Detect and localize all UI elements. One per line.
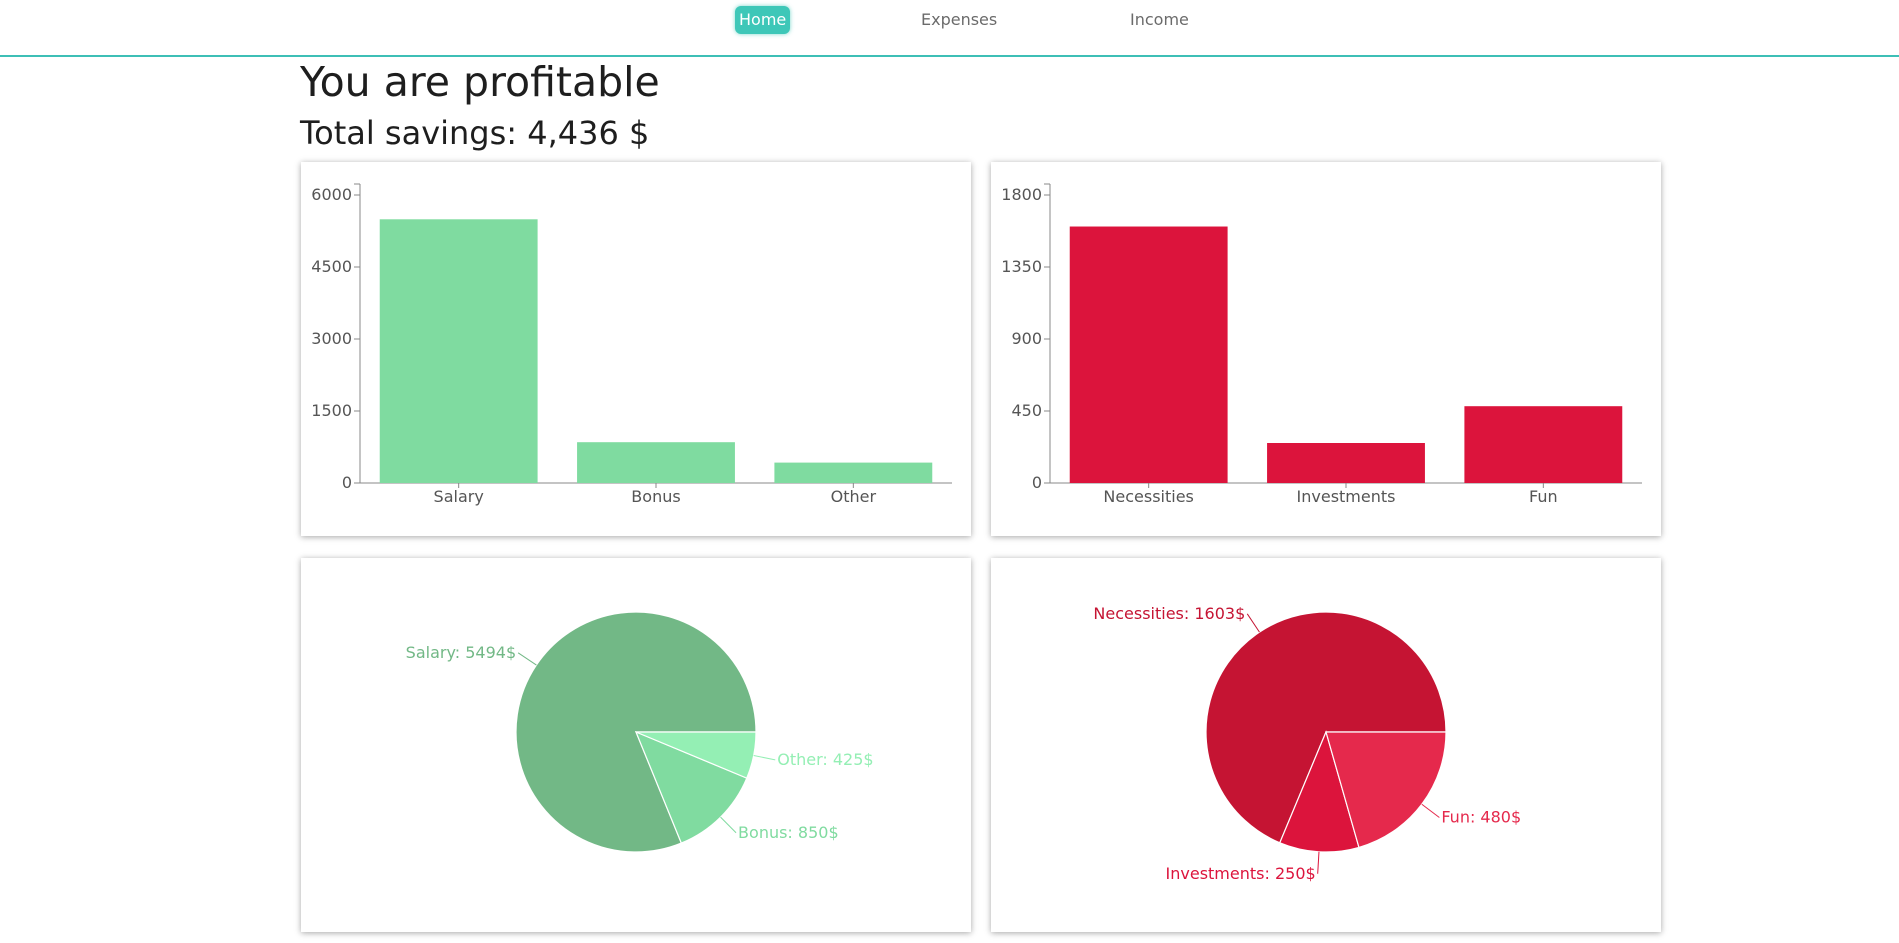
bar-salary	[379, 219, 538, 483]
bar-investments	[1267, 443, 1425, 483]
expense-bar-chart: 0 450 900 1350 1800 Necessities Investments Fun	[1001, 183, 1642, 506]
pie-label-fun: Fun: 480$	[1441, 808, 1521, 827]
x-tick-label-other: Other	[831, 487, 877, 506]
pie-label-salary: Salary: 5494$	[406, 643, 516, 662]
y-tick-label: 0	[342, 473, 352, 492]
pie-leader-necessities	[1246, 613, 1260, 633]
income-bar-chart: 0 1500 3000 4500 6000 Salary Bonus Other	[311, 183, 952, 506]
bar-necessities	[1069, 226, 1228, 483]
y-tick-label: 3000	[311, 329, 352, 348]
y-tick-label: 1350	[1001, 257, 1042, 276]
y-tick-label: 450	[1011, 401, 1042, 420]
y-tick-label: 1800	[1001, 185, 1042, 204]
x-tick-label-salary: Salary	[434, 487, 484, 506]
profit-status-heading: You are profitable	[300, 58, 660, 106]
nav-income-link[interactable]: Income	[1126, 6, 1193, 34]
income-pie-chart: Salary: 5494$ Bonus: 850$ Other: 425$	[406, 611, 874, 853]
expense-pie-chart: Necessities: 1603$ Investments: 250$ Fun: …	[1093, 604, 1521, 883]
income-pie-chart-card: Salary: 5494$ Bonus: 850$ Other: 425$	[301, 558, 971, 932]
pie-label-bonus: Bonus: 850$	[738, 823, 839, 842]
total-savings-heading: Total savings: 4,436 $	[300, 114, 650, 152]
pie-leader-bonus	[720, 816, 737, 834]
pie-label-necessities: Necessities: 1603$	[1093, 604, 1245, 623]
y-tick-label: 6000	[311, 185, 352, 204]
income-bar-chart-card: 0 1500 3000 4500 6000 Salary Bonus Other	[301, 162, 971, 536]
top-navbar: Home Expenses Income	[0, 0, 1899, 57]
y-tick-label: 1500	[311, 401, 352, 420]
expense-pie-chart-card: Necessities: 1603$ Investments: 250$ Fun: …	[991, 558, 1661, 932]
pie-label-investments: Investments: 250$	[1166, 864, 1316, 883]
pie-label-other: Other: 425$	[777, 750, 873, 769]
bar-fun	[1464, 406, 1623, 483]
pie-leader-fun	[1421, 803, 1440, 818]
y-tick-label: 4500	[311, 257, 352, 276]
y-tick-label: 900	[1011, 329, 1042, 348]
bar-other	[774, 462, 933, 483]
pie-leader-salary	[517, 652, 537, 666]
x-tick-label-investments: Investments	[1297, 487, 1396, 506]
y-tick-label: 0	[1032, 473, 1042, 492]
nav-expenses-link[interactable]: Expenses	[917, 6, 1001, 34]
x-tick-label-bonus: Bonus	[631, 487, 680, 506]
x-tick-label-fun: Fun	[1529, 487, 1558, 506]
pie-leader-other	[753, 755, 776, 761]
x-tick-label-necessities: Necessities	[1103, 487, 1193, 506]
pie-leader-investments	[1317, 851, 1320, 874]
expense-bar-chart-card: 0 450 900 1350 1800 Necessities Investments Fun	[991, 162, 1661, 536]
nav-home-link[interactable]: Home	[735, 6, 791, 34]
bar-bonus	[577, 442, 735, 483]
